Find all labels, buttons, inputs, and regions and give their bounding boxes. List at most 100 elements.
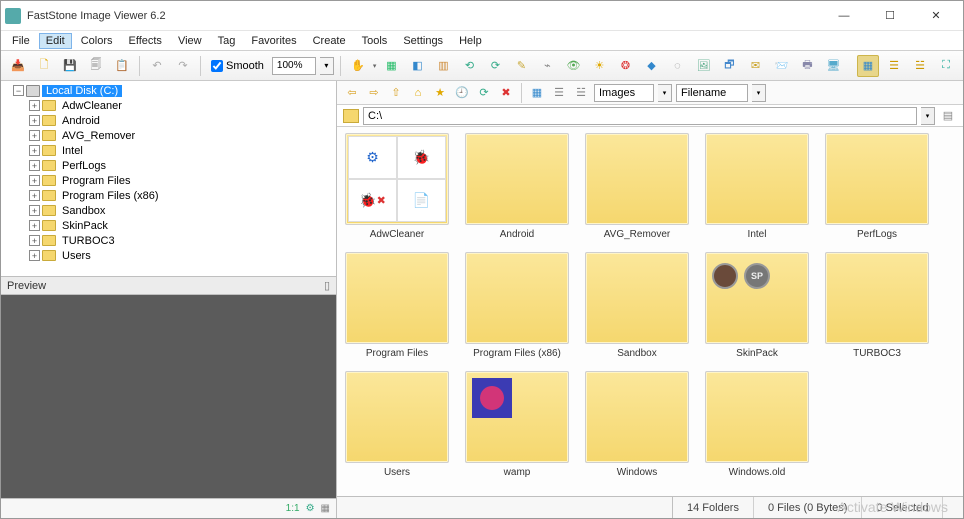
smooth-check-input[interactable] (211, 60, 223, 72)
save-button[interactable]: 💾 (59, 55, 81, 77)
tree-item[interactable]: +Intel (5, 143, 332, 158)
nav-view-icon3[interactable]: ☱ (572, 84, 590, 102)
tree-toggle-icon[interactable]: + (29, 175, 40, 186)
tree-item[interactable]: +Users (5, 248, 332, 263)
nav-back-button[interactable]: ⇦ (343, 84, 361, 102)
view-list-button[interactable]: ☰ (883, 55, 905, 77)
resize-button[interactable]: ◧ (406, 55, 428, 77)
thumb-item[interactable]: Android (465, 133, 569, 240)
thumbnail-area[interactable]: ⚙🐞🐞✖📄AdwCleanerAndroidAVG_RemoverIntelPe… (337, 127, 963, 496)
view-filter-dropdown-icon[interactable]: ▾ (658, 84, 672, 102)
thumb-item[interactable]: AVG_Remover (585, 133, 689, 240)
address-input[interactable]: C:\ (363, 107, 917, 125)
acquire-button[interactable]: 📥 (7, 55, 29, 77)
thumb-item[interactable]: Users (345, 371, 449, 478)
tree-toggle-icon[interactable]: + (29, 205, 40, 216)
minimize-button[interactable]: — (821, 1, 867, 31)
menu-settings[interactable]: Settings (396, 33, 450, 49)
menu-tag[interactable]: Tag (211, 33, 243, 49)
preview-pin-icon[interactable]: ▯ (324, 279, 330, 292)
menu-tools[interactable]: Tools (355, 33, 395, 49)
nav-refresh-button[interactable]: ⟳ (475, 84, 493, 102)
menu-file[interactable]: File (5, 33, 37, 49)
tree-item[interactable]: +SkinPack (5, 218, 332, 233)
view-details-button[interactable]: ☱ (909, 55, 931, 77)
nav-home-button[interactable]: ⌂ (409, 84, 427, 102)
tree-item[interactable]: +Program Files (5, 173, 332, 188)
save-all-button[interactable]: 🗐 (85, 55, 107, 77)
tree-item[interactable]: +TURBOC3 (5, 233, 332, 248)
tree-toggle-icon[interactable]: + (29, 160, 40, 171)
copy-button[interactable]: 📋 (111, 55, 133, 77)
nav-recent-button[interactable]: 🕘 (453, 84, 471, 102)
compare-button[interactable]: 🗗 (718, 55, 740, 77)
close-button[interactable]: ✕ (913, 1, 959, 31)
nav-view-icon1[interactable]: ▦ (528, 84, 546, 102)
zoom-ratio-label[interactable]: 1:1 (286, 503, 300, 514)
color-button[interactable]: ❂ (614, 55, 636, 77)
smooth-checkbox[interactable]: Smooth (211, 60, 264, 72)
print-button[interactable]: 🖶 (796, 55, 818, 77)
crop-button[interactable]: ▦ (380, 55, 402, 77)
canvas-button[interactable]: ▥ (432, 55, 454, 77)
tree-item[interactable]: +AdwCleaner (5, 98, 332, 113)
menu-colors[interactable]: Colors (74, 33, 120, 49)
hand-tool-button[interactable]: ✋ (347, 55, 369, 77)
view-thumbs-button[interactable]: ▦ (857, 55, 879, 77)
thumb-item[interactable]: wamp (465, 371, 569, 478)
menu-help[interactable]: Help (452, 33, 489, 49)
picture-button[interactable]: 🖼 (692, 55, 714, 77)
blur-button[interactable]: ◌ (666, 55, 688, 77)
clone-button[interactable]: ⌁ (536, 55, 558, 77)
tree-item[interactable]: +Android (5, 113, 332, 128)
nav-fav-button[interactable]: ★ (431, 84, 449, 102)
thumb-item[interactable]: Program Files (x86) (465, 252, 569, 359)
thumb-item[interactable]: Sandbox (585, 252, 689, 359)
fullscreen-button[interactable]: ⛶ (935, 55, 957, 77)
preview-grid-icon[interactable]: ▦ (321, 503, 330, 514)
thumb-item[interactable]: Program Files (345, 252, 449, 359)
thumb-item[interactable]: ⚙🐞🐞✖📄AdwCleaner (345, 133, 449, 240)
menu-view[interactable]: View (171, 33, 209, 49)
nav-up-button[interactable]: ⇧ (387, 84, 405, 102)
draw-button[interactable]: ✎ (510, 55, 532, 77)
thumb-item[interactable]: PerfLogs (825, 133, 929, 240)
open-email-button[interactable]: 📨 (770, 55, 792, 77)
preview-gear-icon[interactable]: ⚙ (306, 503, 315, 514)
tree-toggle-icon[interactable]: + (29, 100, 40, 111)
tree-item[interactable]: +Program Files (x86) (5, 188, 332, 203)
tree-toggle-icon[interactable]: + (29, 115, 40, 126)
light-button[interactable]: ☀ (588, 55, 610, 77)
tree-item[interactable]: +Sandbox (5, 203, 332, 218)
menu-edit[interactable]: Edit (39, 33, 72, 49)
view-filter-select[interactable]: Images (594, 84, 654, 102)
sort-dropdown-icon[interactable]: ▾ (752, 84, 766, 102)
wallpaper-button[interactable]: 🖥 (822, 55, 844, 77)
undo-button[interactable]: ↶ (146, 55, 168, 77)
sort-select[interactable]: Filename (676, 84, 748, 102)
rotate-right-button[interactable]: ⟳ (484, 55, 506, 77)
menu-create[interactable]: Create (306, 33, 353, 49)
nav-view-icon2[interactable]: ☰ (550, 84, 568, 102)
maximize-button[interactable]: ☐ (867, 1, 913, 31)
email-button[interactable]: ✉ (744, 55, 766, 77)
tree-toggle-icon[interactable]: + (29, 145, 40, 156)
folder-tree[interactable]: −Local Disk (C:)+AdwCleaner+Android+AVG_… (1, 81, 336, 277)
tree-item[interactable]: +AVG_Remover (5, 128, 332, 143)
menu-favorites[interactable]: Favorites (244, 33, 303, 49)
menu-effects[interactable]: Effects (122, 33, 169, 49)
thumb-item[interactable]: Windows.old (705, 371, 809, 478)
rotate-left-button[interactable]: ⟲ (458, 55, 480, 77)
tree-toggle-icon[interactable]: + (29, 220, 40, 231)
redo-button[interactable]: ↷ (172, 55, 194, 77)
sharp-button[interactable]: ◆ (640, 55, 662, 77)
thumb-item[interactable]: SPSkinPack (705, 252, 809, 359)
thumb-item[interactable]: Intel (705, 133, 809, 240)
tree-toggle-icon[interactable]: + (29, 235, 40, 246)
address-dropdown-icon[interactable]: ▾ (921, 107, 935, 125)
tree-toggle-icon[interactable]: + (29, 250, 40, 261)
tree-toggle-icon[interactable]: − (13, 85, 24, 96)
zoom-value[interactable]: 100% (272, 57, 316, 75)
tree-toggle-icon[interactable]: + (29, 190, 40, 201)
zoom-spinner[interactable]: ▾ (320, 57, 334, 75)
